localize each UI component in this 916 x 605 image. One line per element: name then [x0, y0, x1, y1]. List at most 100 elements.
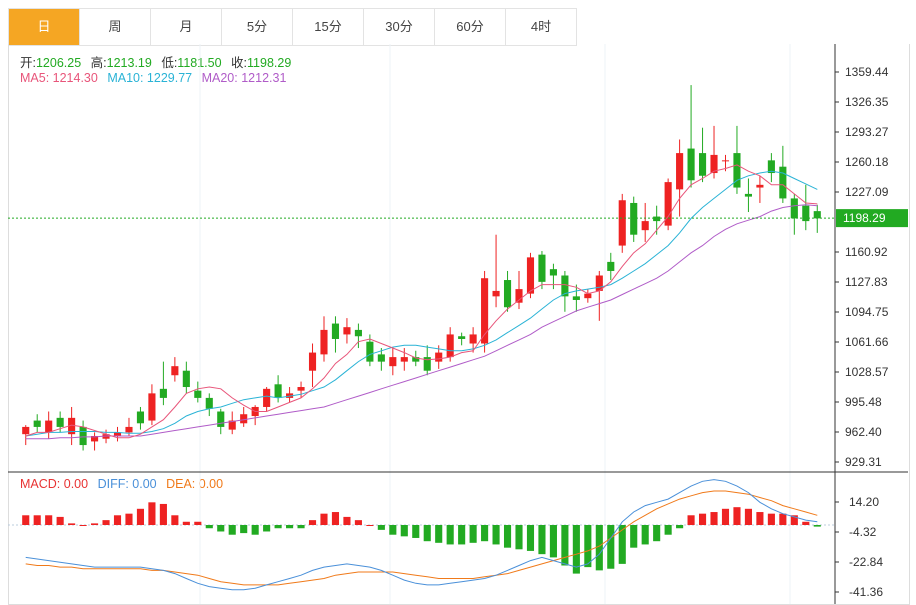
candle-body-46: [549, 269, 557, 276]
candle-body-19: [240, 414, 248, 424]
macd-bar-38: [458, 525, 466, 545]
candle-body-16: [205, 397, 213, 409]
price-tick-label-10: 1028.57: [845, 365, 889, 379]
macd-bar-36: [435, 525, 443, 543]
candle-body-38: [458, 336, 466, 339]
candle-body-21: [263, 388, 271, 407]
macd-bar-68: [802, 521, 810, 526]
macd-bar-53: [630, 525, 638, 548]
candle-body-33: [400, 357, 408, 362]
candle-body-12: [159, 388, 167, 398]
macd-bar-14: [182, 521, 190, 526]
price-tick-label-6: 1160.92: [845, 245, 888, 259]
macd-bar-30: [366, 525, 374, 527]
macd-bar-62: [733, 507, 741, 526]
price-tick-label-3: 1260.18: [845, 155, 889, 169]
macd-bar-51: [607, 525, 615, 569]
ma20-line: [25, 204, 818, 440]
candle-body-43: [515, 289, 523, 303]
candle-body-9: [125, 426, 133, 433]
macd-bar-69: [813, 525, 821, 527]
macd-bar-6: [91, 523, 99, 526]
candle-body-11: [148, 393, 156, 421]
candle-body-52: [618, 200, 626, 246]
macd-bar-12: [159, 503, 167, 526]
kline-chart: 1359.44 1326.35 1293.27 1260.18 1227.09 1160.…: [8, 44, 908, 604]
macd-bar-44: [526, 525, 535, 551]
candle-body-27: [331, 323, 340, 339]
macd-bar-37: [446, 525, 454, 545]
macd-bar-61: [721, 508, 730, 526]
macd-bar-0: [22, 515, 30, 526]
macd-bar-65: [767, 513, 775, 526]
macd-tick-label-0: 14.20: [849, 495, 879, 509]
price-tick-label-4: 1227.09: [845, 185, 889, 199]
macd-bar-57: [676, 525, 684, 529]
macd-bar-27: [331, 512, 340, 526]
macd-tick-label-1: -4.32: [849, 525, 877, 539]
macd-bar-66: [779, 513, 787, 526]
candle-body-68: [802, 205, 810, 222]
price-tick-label-8: 1094.75: [845, 305, 889, 319]
macd-bar-52: [618, 525, 626, 564]
price-tick-label-2: 1293.27: [845, 125, 889, 139]
macd-bar-13: [171, 515, 179, 526]
candle-body-63: [744, 193, 752, 197]
macd-bar-46: [549, 525, 557, 558]
candle-body-48: [572, 296, 580, 300]
candle-body-28: [343, 327, 351, 335]
macd-bar-9: [125, 513, 133, 526]
candle-body-59: [698, 153, 707, 176]
candle-body-10: [136, 411, 145, 424]
macd-bar-23: [286, 525, 294, 529]
candle-body-31: [377, 354, 385, 362]
macd-bar-3: [56, 516, 64, 526]
macd-bar-50: [595, 525, 603, 571]
candle-body-25: [308, 352, 317, 371]
macd-bar-4: [68, 523, 76, 526]
macd-bar-19: [240, 525, 248, 534]
macd-bar-16: [205, 525, 213, 529]
price-tick-label-7: 1127.83: [845, 275, 888, 289]
candle-body-3: [56, 417, 64, 427]
macd-bar-45: [538, 525, 546, 555]
candle-body-55: [653, 216, 661, 222]
macd-bar-21: [263, 525, 271, 532]
price-tick-label-12: 962.40: [845, 425, 882, 439]
candle-body-61: [721, 160, 730, 162]
diff-line: [25, 479, 818, 591]
candle-body-22: [274, 384, 282, 398]
candle-body-57: [676, 153, 684, 190]
macd-bar-47: [561, 525, 569, 566]
macd-bar-22: [274, 525, 282, 529]
macd-bar-63: [744, 508, 752, 526]
candle-body-32: [389, 357, 397, 367]
macd-bar-1: [33, 515, 41, 526]
macd-bar-18: [228, 525, 236, 535]
candle-body-15: [194, 390, 202, 398]
macd-bar-58: [687, 515, 695, 526]
candle-body-17: [217, 411, 225, 427]
candle-body-30: [366, 341, 374, 362]
macd-bar-33: [400, 525, 408, 537]
macd-bar-41: [492, 525, 500, 545]
macd-bar-43: [515, 525, 523, 550]
candle-body-45: [538, 254, 546, 282]
candle-body-37: [446, 334, 454, 358]
macd-bar-11: [148, 502, 156, 526]
candle-body-0: [22, 426, 30, 435]
macd-bar-20: [251, 525, 259, 535]
macd-tick-label-2: -22.84: [849, 555, 883, 569]
candle-body-42: [503, 280, 512, 308]
candle-body-53: [630, 202, 638, 235]
candle-body-5: [79, 426, 87, 446]
candle-body-29: [354, 329, 362, 337]
macd-bar-42: [503, 525, 512, 548]
macd-bar-54: [641, 525, 649, 545]
macd-bar-64: [756, 512, 764, 526]
macd-bar-2: [45, 515, 53, 526]
candle-body-69: [813, 211, 821, 219]
macd-bar-34: [412, 525, 420, 538]
price-tick-label-11: 995.48: [845, 395, 882, 409]
candle-body-66: [779, 166, 787, 199]
